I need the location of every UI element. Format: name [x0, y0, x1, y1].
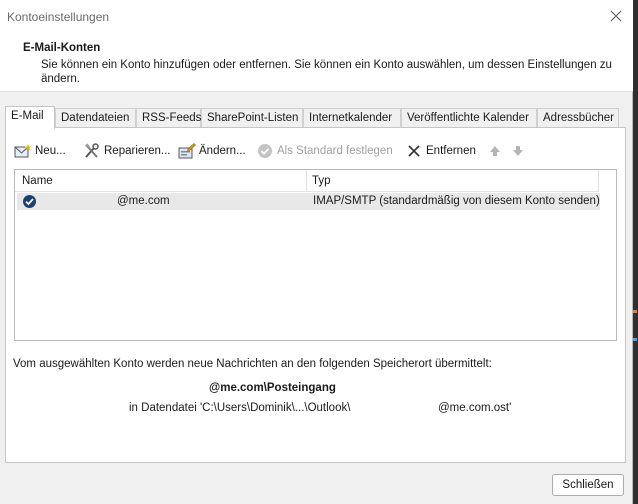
- close-dialog-button[interactable]: Schließen: [552, 474, 624, 496]
- move-up-button[interactable]: [486, 141, 504, 161]
- background-mark: [633, 310, 637, 313]
- change-button[interactable]: Ändern...: [178, 141, 246, 161]
- repair-button[interactable]: Reparieren...: [83, 141, 170, 161]
- tab-internet-calendars[interactable]: Internetkalender: [303, 108, 401, 128]
- title-bar: Kontoeinstellungen: [0, 0, 633, 34]
- change-account-icon: [178, 142, 196, 160]
- move-down-button[interactable]: [509, 141, 527, 161]
- header-description: Sie können ein Konto hinzufügen oder ent…: [41, 59, 612, 85]
- column-divider[interactable]: [598, 170, 599, 192]
- remove-x-icon: [405, 142, 423, 160]
- window-title: Kontoeinstellungen: [7, 10, 110, 24]
- remove-button[interactable]: Entfernen: [405, 141, 476, 161]
- header-title: E-Mail-Konten: [23, 42, 101, 54]
- background-mark: [633, 338, 637, 341]
- tab-data-files[interactable]: Datendateien: [55, 108, 136, 128]
- default-account-check-icon: [22, 194, 37, 212]
- arrow-down-icon: [509, 142, 527, 160]
- account-toolbar: Neu... Reparieren... Ändern... Als Stand…: [14, 141, 614, 161]
- close-icon: [610, 10, 622, 22]
- remove-label: Entfernen: [426, 145, 476, 157]
- datafile-path-suffix: @me.com.ost': [438, 402, 512, 414]
- dialog-header: E-Mail-Konten Sie können ein Konto hinzu…: [0, 34, 633, 92]
- tab-strip: E-Mail Datendateien RSS-Feeds SharePoint…: [5, 106, 625, 129]
- column-header-type[interactable]: Typ: [312, 175, 331, 187]
- tab-sharepoint-lists[interactable]: SharePoint-Listen: [201, 108, 303, 128]
- delivery-store: @me.com\Posteingang: [209, 382, 336, 394]
- tab-rss-feeds[interactable]: RSS-Feeds: [136, 108, 201, 128]
- account-row[interactable]: @me.com IMAP/SMTP (standardmäßig von die…: [17, 193, 600, 210]
- redacted-block: [119, 376, 209, 396]
- new-account-label: Neu...: [35, 145, 66, 157]
- tab-email[interactable]: E-Mail: [5, 106, 55, 129]
- column-header-name[interactable]: Name: [22, 175, 53, 187]
- tab-published-calendars[interactable]: Veröffentlichte Kalender: [401, 108, 537, 128]
- column-divider[interactable]: [306, 170, 307, 192]
- arrow-up-icon: [486, 142, 504, 160]
- redacted-block: [359, 399, 437, 418]
- close-window-button[interactable]: [603, 4, 629, 28]
- account-settings-dialog: Kontoeinstellungen E-Mail-Konten Sie kön…: [0, 0, 633, 504]
- tab-address-books[interactable]: Adressbücher: [537, 108, 619, 128]
- set-default-button[interactable]: Als Standard festlegen: [256, 141, 393, 161]
- repair-tools-icon: [83, 142, 101, 160]
- account-type: IMAP/SMTP (standardmäßig von diesem Kont…: [313, 195, 600, 207]
- background-window-strip: [633, 0, 638, 504]
- new-mail-icon: [14, 142, 32, 160]
- delivery-info: Vom ausgewählten Konto werden neue Nachr…: [13, 358, 492, 370]
- new-account-button[interactable]: Neu...: [14, 141, 66, 161]
- repair-label: Reparieren...: [104, 145, 171, 157]
- checkmark-circle-icon: [256, 142, 274, 160]
- datafile-path-prefix: in Datendatei 'C:\Users\Dominik\...\Outl…: [129, 402, 351, 414]
- change-label: Ändern...: [199, 145, 246, 157]
- account-list: Name Typ @me.com IMAP/SMTP (standardmäßi…: [14, 169, 617, 341]
- account-name: @me.com: [117, 195, 170, 207]
- set-default-label: Als Standard festlegen: [277, 145, 393, 157]
- list-header: Name Typ: [15, 170, 599, 192]
